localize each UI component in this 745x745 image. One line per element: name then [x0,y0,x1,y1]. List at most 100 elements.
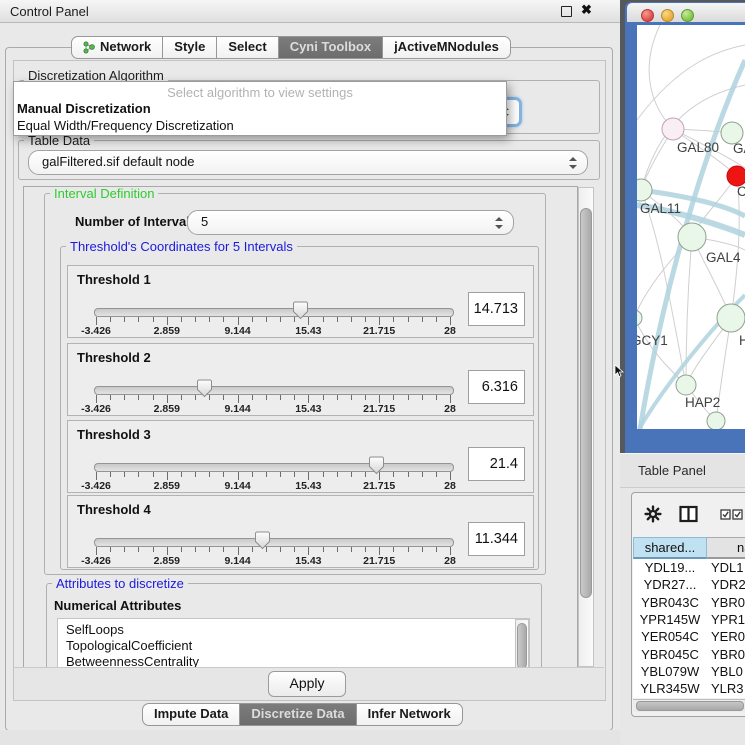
table-data-combobox[interactable]: galFiltered.sif default node [28,150,588,175]
slider-tick-label: -3.426 [81,480,111,492]
table-hscrollbar-thumb[interactable] [636,701,744,711]
network-node-label: GCY1 [637,333,668,348]
threshold-value-field[interactable] [468,370,525,404]
settings-scrollbar-thumb[interactable] [580,208,592,598]
network-view-canvas[interactable]: GAL80GALCGAL11GAL4GCY1HHAP2 [637,25,745,429]
cell-name: YBL0 [711,664,745,679]
slider-tick [167,547,168,555]
table-row[interactable]: YDL19...YDL1 [633,560,745,577]
slider-track[interactable] [94,308,454,317]
apply-button[interactable]: Apply [268,671,346,697]
cell-name: YBR0 [711,647,745,662]
cell-shared-name: YBR045C [633,647,707,662]
slider-track[interactable] [94,386,454,395]
table-row[interactable]: YBR045C YBR0 [633,647,745,664]
threshold-value-field[interactable] [468,292,525,326]
bottom-tab-infer-network[interactable]: Infer Network [357,703,463,726]
column-header-shared-name[interactable]: shared... [633,537,707,559]
slider-tick [337,395,338,400]
slider-tick [110,317,111,322]
attributes-scrollbar-track[interactable] [515,619,529,669]
number-of-intervals-combobox[interactable]: 5 [187,210,514,235]
threshold-label: Threshold 4 [77,502,151,517]
tab-network[interactable]: Network [71,36,163,59]
network-node[interactable] [637,310,642,326]
slider-tick [323,472,324,477]
network-node[interactable] [676,375,696,395]
table-row[interactable]: YPR145WYPR1 [633,612,745,629]
slider-tick [422,317,423,322]
float-window-icon[interactable] [561,6,572,17]
slider-tick [138,395,139,400]
table-panel-header: Table Panel [620,453,745,488]
cell-shared-name: YBL079W [633,664,707,679]
slider-tick-label: 21.715 [363,480,395,492]
slider-handle[interactable] [196,379,213,398]
slider-tick [308,472,309,480]
slider-track[interactable] [94,463,454,472]
slider-tick [351,472,352,477]
slider-tick [110,395,111,400]
slider-handle[interactable] [292,301,309,320]
settings-scrollbar-track[interactable] [578,187,594,667]
threshold-value-field[interactable] [468,522,525,556]
slider-tick [153,317,154,322]
column-header-name[interactable]: na [707,537,745,559]
slider-tick-label: -3.426 [81,555,111,567]
tab-jactivemnodules[interactable]: jActiveMNodules [383,36,511,59]
slider-tick [422,547,423,552]
network-node[interactable] [637,179,652,201]
select-columns-checkboxes-icon[interactable] [720,509,744,520]
network-node[interactable] [717,304,745,332]
combo-arrows-icon [495,216,503,230]
close-icon[interactable]: ✖ [581,2,592,18]
slider-tick [450,395,451,403]
columns-icon[interactable] [679,505,698,523]
attributes-scrollbar-thumb[interactable] [517,623,527,669]
slider-handle[interactable] [254,531,271,550]
interval-definition-legend: Interval Definition [50,186,158,201]
gear-icon[interactable] [644,505,662,523]
table-row[interactable]: YLR345WYLR3 [633,681,745,698]
bottom-tab-discretize-data[interactable]: Discretize Data [240,703,356,726]
threshold-label: Threshold 1 [77,272,151,287]
slider-tick [436,395,437,400]
slider-tick [408,395,409,400]
algorithm-option-equal-width-frequency-discretization[interactable]: Equal Width/Frequency Discretization [17,118,234,133]
table-row[interactable]: YBL079W YBL0 [633,664,745,681]
tab-label: jActiveMNodules [394,39,499,55]
attributes-legend: Attributes to discretize [52,576,188,591]
slider-tick [124,472,125,477]
table-row[interactable]: YDR27...YDR2 [633,577,745,594]
slider-tick [110,547,111,552]
table-row[interactable]: YER054C YER0 [633,629,745,646]
slider-tick-label: 21.715 [363,555,395,567]
network-node[interactable] [707,412,725,429]
attribute-item-topologicalcoefficient[interactable]: TopologicalCoefficient [66,638,192,653]
network-node[interactable] [727,166,745,186]
network-node-label: C [737,184,745,199]
table-row[interactable]: YBR043CYBR0 [633,595,745,612]
threshold-value-field[interactable] [468,447,525,481]
screen: Control Panel ✖ NetworkStyleSelectCyni T… [0,0,745,745]
tab-cyni-toolbox[interactable]: Cyni Toolbox [279,36,383,59]
algorithm-option-manual-discretization[interactable]: Manual Discretization [17,101,151,116]
slider-tick [181,395,182,400]
slider-handle[interactable] [368,456,385,475]
tab-select[interactable]: Select [217,36,278,59]
tab-style[interactable]: Style [163,36,217,59]
attribute-item-selfloops[interactable]: SelfLoops [66,622,124,637]
cell-name: YPR1 [711,612,745,627]
minimize-traffic-light[interactable] [661,9,674,22]
slider-track[interactable] [94,538,454,547]
zoom-traffic-light[interactable] [681,9,694,22]
cell-shared-name: YER054C [633,629,707,644]
number-of-intervals-value: 5 [201,214,208,229]
close-traffic-light[interactable] [641,9,654,22]
network-node[interactable] [678,223,706,251]
cell-name: YER0 [711,629,745,644]
window-bottom-strip [0,730,622,745]
bottom-tab-impute-data[interactable]: Impute Data [142,703,240,726]
network-node[interactable] [662,118,684,140]
bottom-tab-label: Discretize Data [251,706,344,722]
